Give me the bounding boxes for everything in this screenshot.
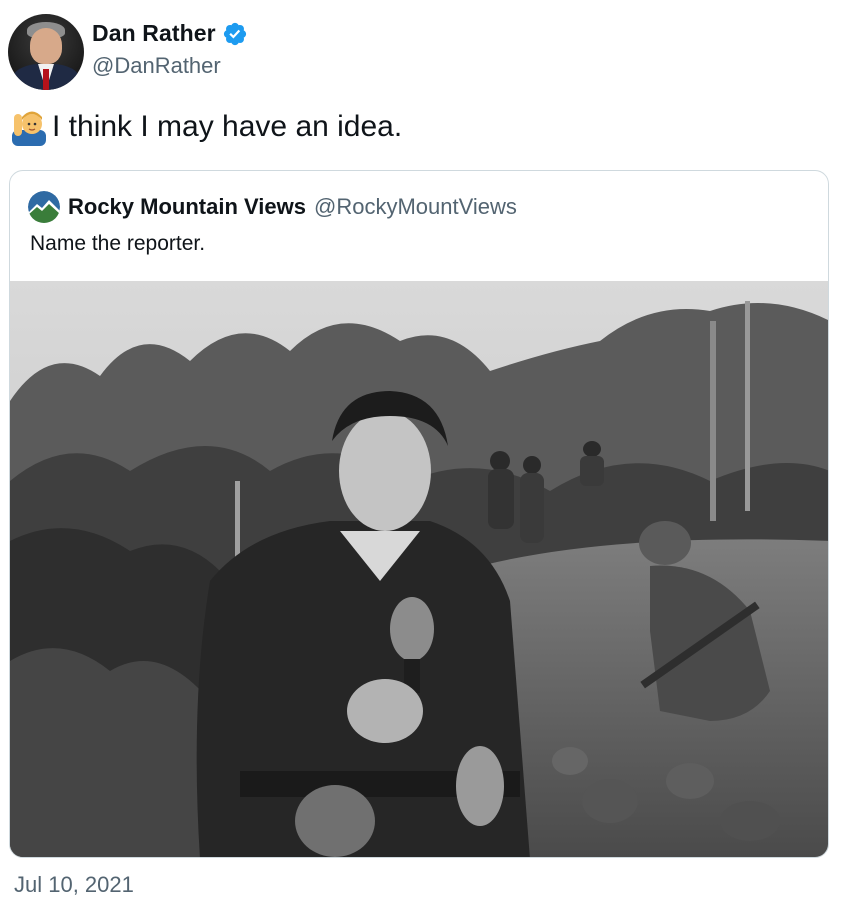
tweet-text: I think I may have an idea. [12,108,402,146]
tweet-header: Dan Rather @DanRather [8,14,248,90]
quoted-tweet-card[interactable]: Rocky Mountain Views @RockyMountViews Na… [9,170,829,858]
quoted-tweet-text: Name the reporter. [30,232,206,255]
tweet-timestamp[interactable]: Jul 10, 2021 [14,872,134,898]
tweet-body-text: I think I may have an idea. [52,110,403,143]
person-raising-hand-emoji-icon [12,111,46,146]
author-avatar[interactable] [8,14,84,90]
author-display-name[interactable]: Dan Rather [92,20,216,47]
quoted-author-name[interactable]: Rocky Mountain Views [68,194,306,220]
quoted-photo[interactable] [10,281,829,858]
quoted-author-handle[interactable]: @RockyMountViews [314,194,517,220]
author-handle[interactable]: @DanRather [92,53,248,79]
verified-badge-icon [223,22,246,45]
mountain-logo-icon [28,191,60,223]
